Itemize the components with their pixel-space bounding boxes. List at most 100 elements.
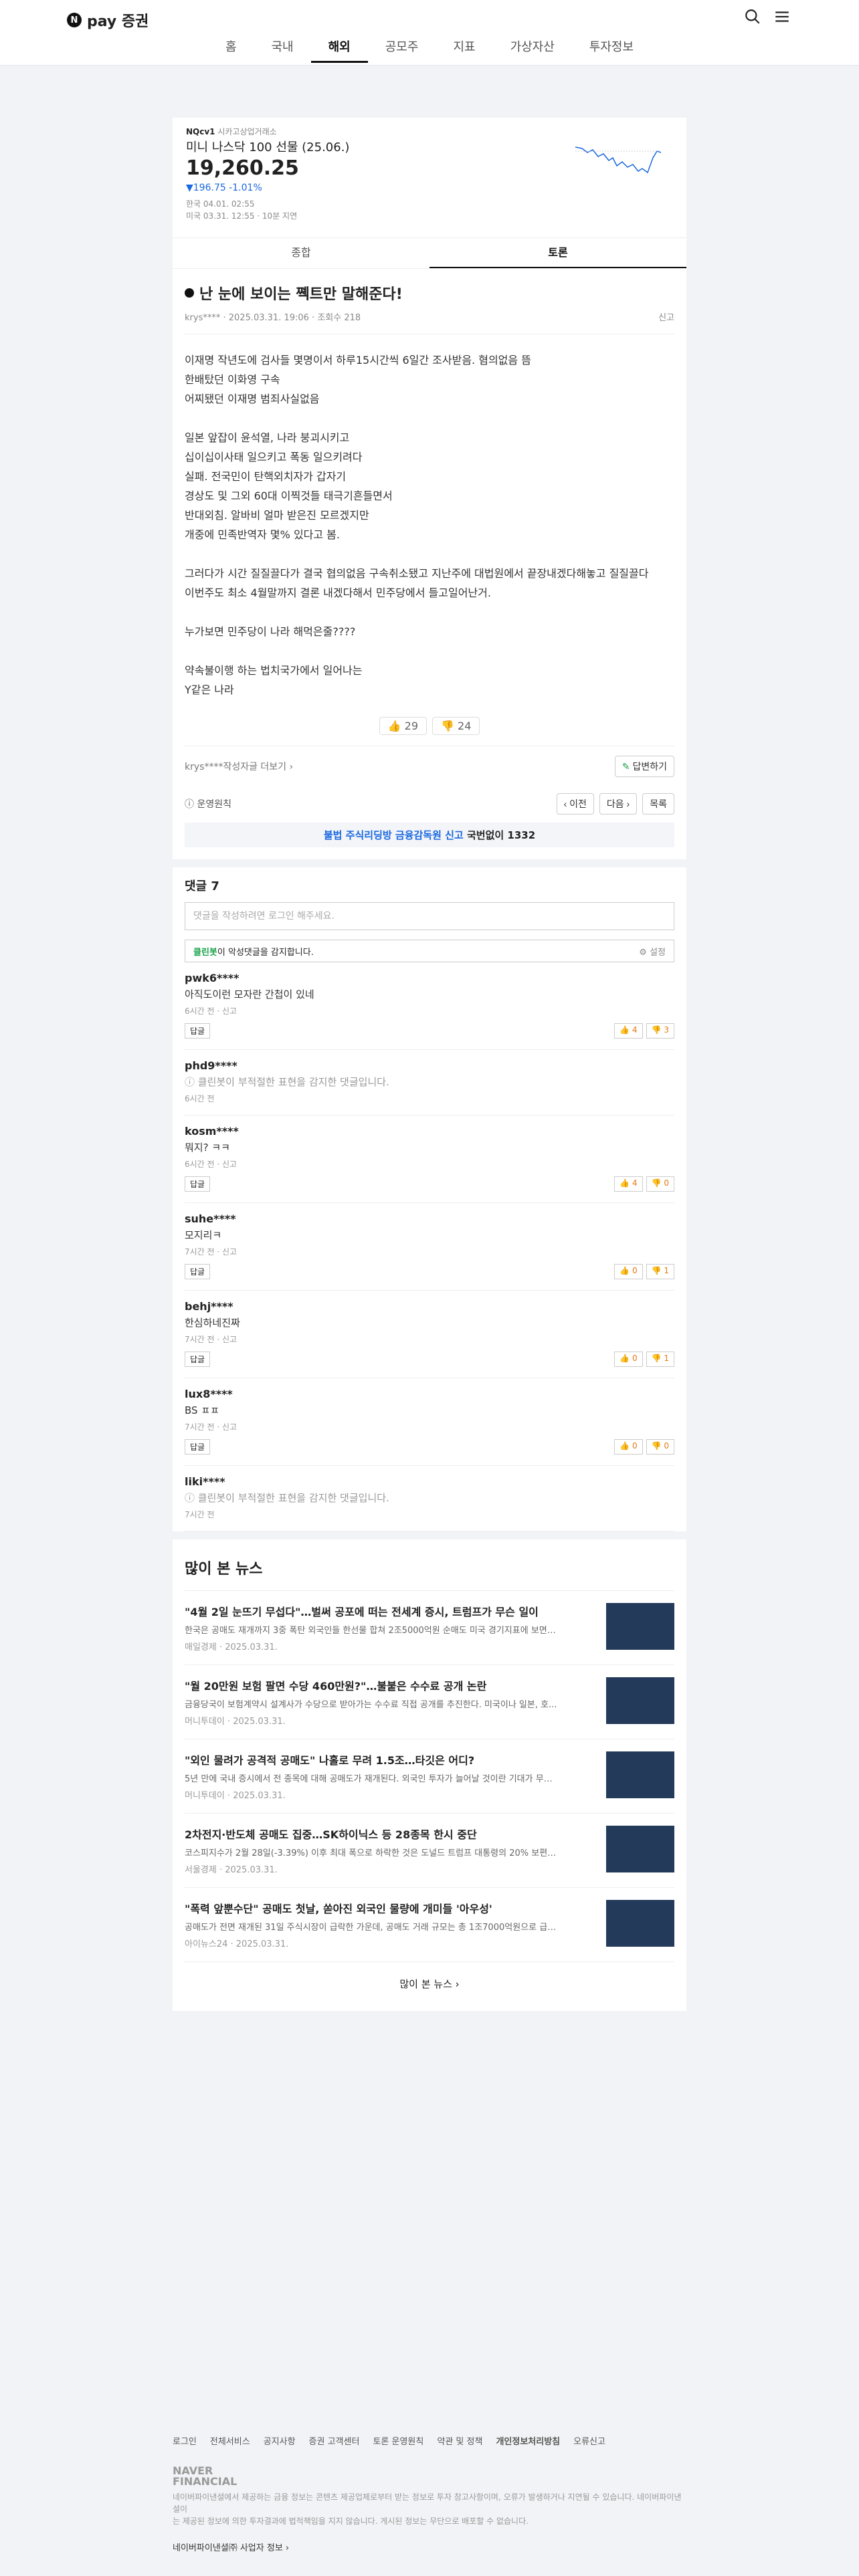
search-icon[interactable]	[744, 8, 761, 25]
policy-link[interactable]: ⓘ 운영원칙	[185, 797, 231, 811]
comment-like-button[interactable]: 👍 0	[614, 1352, 643, 1367]
tab-bar: 종합 토론	[173, 238, 686, 269]
comment-like-button[interactable]: 👍 4	[614, 1023, 643, 1039]
news-source: 머니투데이 · 2025.03.31.	[185, 1791, 286, 1801]
nav-overseas[interactable]: 해외	[310, 39, 368, 63]
dislike-button[interactable]: 👎 24	[432, 717, 480, 735]
nav-domestic[interactable]: 국내	[254, 39, 311, 63]
news-thumbnail	[606, 1751, 674, 1798]
list-button[interactable]: 목록	[642, 793, 674, 815]
fraud-warning[interactable]: 불법 주식리딩방 금융감독원 신고 국번없이 1332	[185, 823, 674, 847]
business-info-link[interactable]: 네이버파이낸셜㈜ 사업자 정보 ›	[173, 2541, 686, 2553]
footer-link[interactable]: 개인정보처리방침	[496, 2434, 560, 2447]
footer-link[interactable]: 약관 및 정책	[437, 2434, 482, 2447]
news-item[interactable]: "월 20만원 보험 팔면 수당 460만원?"…불붙은 수수료 공개 논란금융…	[185, 1665, 674, 1739]
comment-reply-button[interactable]: 답글	[185, 1439, 211, 1455]
like-button[interactable]: 👍 29	[379, 717, 427, 735]
news-thumbnail	[606, 1677, 674, 1724]
comment-user: liki****	[185, 1475, 225, 1488]
news-source: 매일경제 · 2025.03.31.	[185, 1642, 278, 1652]
news-item[interactable]: "폭력 앞뿐수단" 공매도 첫날, 쏟아진 외국인 물량에 개미들 '아우성' 공…	[185, 1887, 674, 1961]
comment-item: behj**** 한심하네진짜 7시간 전 · 신고 답글 👍 0 👎 1	[185, 1291, 674, 1378]
reply-button[interactable]: ✎ 답변하기	[614, 756, 674, 777]
menu-icon[interactable]	[773, 8, 791, 25]
footer-link[interactable]: 공지사항	[264, 2434, 296, 2447]
cleanbot-setting[interactable]: ⚙ 설정	[639, 945, 666, 958]
news-summary: 한국은 공매도 재개까지 3중 폭탄 외국인들 한선물 합쳐 2조5000억원 …	[185, 1626, 559, 1636]
report-link[interactable]: 신고	[658, 310, 674, 323]
comment-reply-button[interactable]: 답글	[185, 1264, 211, 1279]
news-more-link[interactable]: 많이 본 뉴스 ›	[185, 1961, 674, 2011]
comment-time: 7시간 전 · 신고	[185, 1335, 237, 1344]
nav-index[interactable]: 지표	[436, 39, 492, 63]
comment-item: lux8**** BS ㅍㅍ 7시간 전 · 신고답글 👍 0 👎 0	[185, 1378, 674, 1466]
divider	[173, 1531, 686, 1539]
prev-button[interactable]: ‹ 이전	[556, 793, 594, 815]
news-item[interactable]: "4월 2일 눈뜨기 무섭다"…벌써 공포에 떠는 전세계 증시, 트럼프가 무…	[185, 1590, 674, 1665]
comment-item: phd9**** ⓘ 클린봇이 부적절한 표현을 감지한 댓글입니다. 6시간 전	[185, 1050, 674, 1115]
brand-logo-mark: N	[67, 13, 82, 27]
news-headline: "폭력 앞뿐수단" 공매도 첫날, 쏟아진 외국인 물량에 개미들 '아우성'	[185, 1903, 492, 1915]
comment-like-button[interactable]: 👍 4	[614, 1176, 643, 1192]
comment-dislike-button[interactable]: 👎 3	[646, 1023, 674, 1039]
news-headline: "월 20만원 보험 팔면 수당 460만원?"…불붙은 수수료 공개 논란	[185, 1680, 487, 1693]
comment-text: ⓘ 클린봇이 부적절한 표현을 감지한 댓글입니다.	[185, 1076, 389, 1088]
stock-summary[interactable]: NQcv1 시카고상업거래소 미니 나스닥 100 선물 (25.06.) 19…	[173, 118, 686, 238]
comment-time: 6시간 전	[185, 1094, 215, 1103]
news-headline: 2차전지·반도체 공매도 집중…SK하이닉스 등 28종목 한시 중단	[185, 1828, 477, 1841]
comment-text: 뭐지? ㅋㅋ	[185, 1142, 230, 1154]
comment-text: 모지리ㅋ	[185, 1229, 222, 1241]
comment-like-button[interactable]: 👍 0	[614, 1439, 643, 1455]
nav-crypto[interactable]: 가상자산	[493, 39, 572, 63]
nav-home[interactable]: 홈	[208, 39, 254, 63]
comment-reply-button[interactable]: 답글	[185, 1176, 211, 1192]
footer-link[interactable]: 토론 운영원칙	[373, 2434, 423, 2447]
news-item[interactable]: "외인 물려가 공격적 공매도" 나홀로 무려 1.5조…타깃은 어디? 5년 만…	[185, 1739, 674, 1813]
comment-item: liki**** ⓘ 클린봇이 부적절한 표현을 감지한 댓글입니다. 7시간 전	[185, 1466, 674, 1531]
comment-dislike-button[interactable]: 👎 1	[646, 1264, 674, 1279]
comment-dislike-button[interactable]: 👎 0	[646, 1176, 674, 1192]
tab-overview[interactable]: 종합	[173, 238, 430, 268]
comment-time: 6시간 전 · 신고	[185, 1006, 237, 1016]
comment-input[interactable]: 댓글을 작성하려면 로그인 해주세요.	[185, 902, 674, 930]
thumb-up-icon: 👍	[619, 1025, 630, 1035]
footer-link[interactable]: 전체서비스	[210, 2434, 250, 2447]
footer-desc: 네이버파이낸셜에서 제공하는 금융 정보는 콘텐츠 제공업체로부터 받는 정보로…	[173, 2492, 682, 2526]
comment-text: 아직도이런 모자란 간첩이 있네	[185, 988, 314, 1000]
comment-time: 7시간 전 · 신고	[185, 1247, 237, 1257]
comment-reply-button[interactable]: 답글	[185, 1352, 211, 1367]
main-content: NQcv1 시카고상업거래소 미니 나스닥 100 선물 (25.06.) 19…	[173, 118, 686, 2011]
comment-time: 7시간 전 · 신고	[185, 1422, 237, 1432]
comment-user: lux8****	[185, 1388, 233, 1400]
nav-ipo[interactable]: 공모주	[368, 39, 436, 63]
stock-code: NQcv1 시카고상업거래소	[186, 127, 277, 136]
news-source: 서울경제 · 2025.03.31.	[185, 1865, 278, 1875]
stock-change: ▼196.75 -1.01%	[186, 183, 262, 193]
news-item[interactable]: 2차전지·반도체 공매도 집중…SK하이닉스 등 28종목 한시 중단 코스피지수…	[185, 1813, 674, 1887]
footer-link[interactable]: 로그인	[173, 2434, 197, 2447]
thumb-up-icon: 👍	[619, 1354, 630, 1363]
comment-text: BS ㅍㅍ	[185, 1404, 219, 1416]
brand-logo[interactable]: Npay 증권	[67, 9, 149, 31]
next-button[interactable]: 다음 ›	[599, 793, 638, 815]
comment-user: phd9****	[185, 1059, 237, 1072]
author-more-link[interactable]: krys****작성자글 더보기 ›	[185, 760, 293, 773]
comment-reply-button[interactable]: 답글	[185, 1023, 211, 1039]
comments-title: 댓글 7	[185, 879, 219, 893]
tab-discussion[interactable]: 토론	[430, 238, 686, 268]
comment-user: pwk6****	[185, 972, 240, 984]
nav-info[interactable]: 투자정보	[572, 39, 651, 63]
comment-item: pwk6**** 아직도이런 모자란 간첩이 있네 6시간 전 · 신고답글 👍 4 👎…	[185, 962, 674, 1050]
footer-link[interactable]: 증권 고객센터	[309, 2434, 360, 2447]
comment-dislike-button[interactable]: 👎 0	[646, 1439, 674, 1455]
divider	[173, 859, 686, 867]
comment-like-button[interactable]: 👍 0	[614, 1264, 643, 1279]
thumb-up-icon: 👍	[619, 1178, 630, 1188]
comment-item: kosm**** 뭐지? ㅋㅋ 6시간 전 · 신고 답글 👍 4 👎 0	[185, 1115, 674, 1203]
news-summary: 금융당국이 보험계약시 설계사가 수당으로 받아가는 수수료 직접 공개를 추진…	[185, 1700, 557, 1710]
post-title: 난 눈에 보이는 쪡트만 말해준다!	[185, 282, 674, 304]
thumb-up-icon: 👍	[619, 1441, 630, 1451]
comment-dislike-button[interactable]: 👎 1	[646, 1352, 674, 1367]
thumb-up-icon: 👍	[387, 720, 401, 732]
footer-link[interactable]: 오류신고	[573, 2434, 605, 2447]
